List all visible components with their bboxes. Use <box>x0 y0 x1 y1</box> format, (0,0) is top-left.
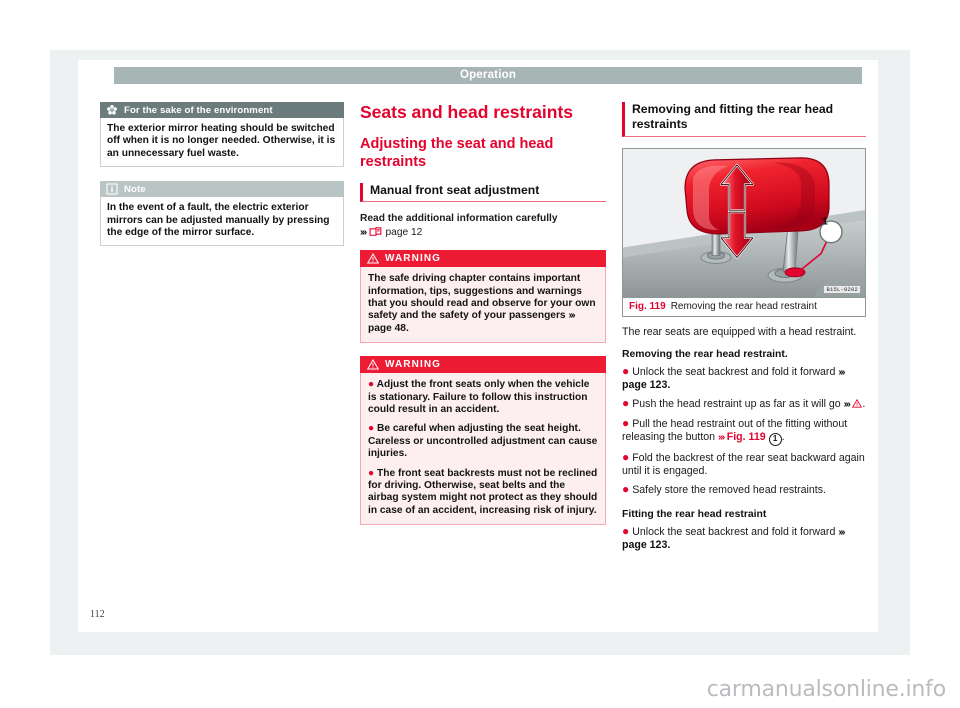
intro-page-ref[interactable]: page 12 <box>385 227 422 238</box>
intro-text: Read the additional information carefull… <box>360 213 606 239</box>
chevron-icon: ››› <box>360 226 367 238</box>
intro-line: Read the additional information carefull… <box>360 213 558 224</box>
list-item: ● Pull the head restraint out of the fit… <box>622 416 866 446</box>
bullet-dot: ● <box>622 416 630 430</box>
intro-paragraph: The rear seats are equipped with a head … <box>622 326 857 338</box>
warning-bullet-text: Adjust the front seats only when the veh… <box>368 379 590 416</box>
warning-label: WARNING <box>385 359 442 371</box>
right-column: Removing and fitting the rear head restr… <box>622 102 866 558</box>
list-item: ● Unlock the seat backrest and fold it f… <box>622 524 866 552</box>
warning-triangle-icon <box>366 252 380 265</box>
warning-bullet: ● Be careful when adjusting the seat hei… <box>368 423 598 460</box>
list-item-text: Unlock the seat backrest and fold it for… <box>632 366 836 378</box>
site-watermark: carmanualsonline.info <box>706 677 946 702</box>
middle-column: Seats and head restraints Adjusting the … <box>360 102 606 538</box>
bullet-dot: ● <box>622 450 630 464</box>
page-reference[interactable]: page 123. <box>622 379 670 391</box>
subsection-title-manual-front-seat: Manual front seat adjustment <box>360 183 606 202</box>
page-reference[interactable]: page 123. <box>622 539 670 551</box>
figure-119: 1 B15L-0202 Fig. 119 Removing the rear he… <box>622 148 866 317</box>
list-item-text: Safely store the removed head restraints… <box>632 484 826 496</box>
running-header: Operation <box>114 67 862 84</box>
bullet-dot: ● <box>368 423 375 435</box>
chapter-title: Seats and head restraints <box>360 102 573 122</box>
figure-caption-text: Removing the rear head restraint <box>670 301 817 312</box>
list-item: ● Unlock the seat backrest and fold it f… <box>622 364 866 392</box>
warning-bullet-text: Be careful when adjusting the seat heigh… <box>368 423 598 460</box>
figure-reference[interactable]: Fig. 119 <box>727 431 766 443</box>
warning-paragraph: The safe driving chapter contains import… <box>368 273 598 335</box>
list-item-text: Unlock the seat backrest and fold it for… <box>632 526 836 538</box>
list-item: ● Fold the backrest of the rear seat bac… <box>622 450 866 478</box>
warning-bullet-text: The front seat backrests must not be rec… <box>368 467 598 516</box>
warning-page-ref[interactable]: page 48 <box>368 323 406 334</box>
running-header-title: Operation <box>459 69 517 81</box>
subsection-title-removing-fitting: Removing and fitting the rear head restr… <box>622 102 866 137</box>
warning-box-safe-driving: WARNING The safe driving chapter contain… <box>360 250 606 344</box>
removing-heading: Removing the rear head restraint. <box>622 349 788 360</box>
info-icon <box>106 183 118 195</box>
left-column: For the sake of the environment The exte… <box>100 102 344 260</box>
section-title: Adjusting the seat and head restraints <box>360 136 554 170</box>
note-box-header: Note <box>100 181 344 198</box>
circled-number-callout: 1 <box>768 433 782 446</box>
figure-caption-number: Fig. 119 <box>629 301 666 312</box>
note-info-box: Note In the event of a fault, the electr… <box>100 181 344 247</box>
warning-label: WARNING <box>385 253 442 265</box>
figure-caption: Fig. 119 Removing the rear head restraint <box>622 298 866 317</box>
warning-triangle-icon <box>366 358 380 371</box>
environment-box-title: For the sake of the environment <box>124 104 273 116</box>
figure-image-code: B15L-0202 <box>823 285 861 294</box>
warning-bullet: ● Adjust the front seats only when the v… <box>368 379 598 416</box>
warning-header: WARNING <box>360 250 606 268</box>
flower-environment-icon <box>106 104 118 116</box>
note-box-title: Note <box>124 183 146 195</box>
manual-page: Operation 112 For the sake of the enviro… <box>78 60 878 632</box>
list-item: ● Push the head restraint up as far as i… <box>622 396 866 412</box>
chevron-icon: ››› <box>838 367 845 378</box>
figure-image: 1 B15L-0202 <box>622 148 866 298</box>
chevron-icon: ››› <box>843 399 851 410</box>
bullet-dot: ● <box>622 396 630 410</box>
bullet-dot: ● <box>622 524 630 538</box>
warning-box-front-seats: WARNING ● Adjust the front seats only wh… <box>360 356 606 526</box>
bullet-dot: ● <box>368 467 375 479</box>
chevron-icon: ››› <box>838 527 845 538</box>
note-box-body: In the event of a fault, the electric ex… <box>100 197 344 247</box>
period: . <box>862 398 866 410</box>
warning-text: The safe driving chapter contains import… <box>368 273 596 322</box>
rear-head-restraint-illustration <box>623 149 865 297</box>
environment-box-body: The exterior mirror heating should be sw… <box>100 118 344 168</box>
list-item-text: Push the head restraint up as far as it … <box>632 398 841 410</box>
warning-header: WARNING <box>360 356 606 374</box>
chevron-icon: ››› <box>568 310 575 322</box>
book-page-reference-icon <box>369 226 382 238</box>
list-item: ● Safely store the removed head restrain… <box>622 482 866 497</box>
environment-info-box: For the sake of the environment The exte… <box>100 102 344 168</box>
bullet-dot: ● <box>622 482 630 496</box>
warning-body: ● Adjust the front seats only when the v… <box>360 373 606 526</box>
warning-body: The safe driving chapter contains import… <box>360 267 606 344</box>
warning-bullet: ● The front seat backrests must not be r… <box>368 468 598 518</box>
fitting-heading: Fitting the rear head restraint <box>622 509 767 520</box>
warning-ref-period: . <box>405 322 409 334</box>
page-number: 112 <box>90 609 105 620</box>
bullet-dot: ● <box>622 364 630 378</box>
page-root: Operation 112 For the sake of the enviro… <box>0 0 960 708</box>
period: . <box>781 431 785 443</box>
bullet-dot: ● <box>368 379 375 391</box>
environment-box-header: For the sake of the environment <box>100 102 344 118</box>
chevron-icon: ››› <box>718 432 725 443</box>
warning-triangle-icon <box>852 398 863 412</box>
list-item-text: Fold the backrest of the rear seat backw… <box>622 452 865 477</box>
